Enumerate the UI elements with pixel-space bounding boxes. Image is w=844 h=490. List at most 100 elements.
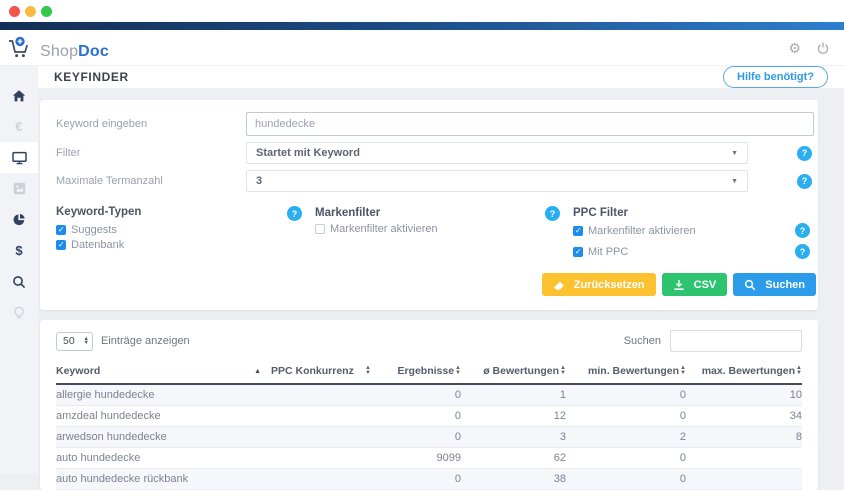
image-icon xyxy=(13,182,26,195)
min-bewertungen-cell: 0 xyxy=(566,448,686,469)
datenbank-label: Datenbank xyxy=(71,239,124,251)
monitor-icon xyxy=(12,151,27,165)
table-row: auto hundedecke rückbank 0 38 0 xyxy=(56,469,802,490)
ppc-filter-help-icon[interactable]: ? xyxy=(545,206,560,221)
marken-filter-checkbox[interactable] xyxy=(315,224,325,234)
ppc-konkurrenz-cell xyxy=(271,406,381,427)
help-button[interactable]: Hilfe benötigt? xyxy=(723,66,828,88)
mit-ppc-checkbox[interactable] xyxy=(573,247,583,257)
table-row: auto hundedecke 9099 62 0 xyxy=(56,448,802,469)
column-header-avg-bewertungen[interactable]: ø Bewertungen▲▼ xyxy=(461,361,566,384)
max-terms-select[interactable]: 3 ▼ xyxy=(246,170,748,192)
max-bewertungen-cell: 10 xyxy=(686,384,802,406)
search-button[interactable]: Suchen xyxy=(733,273,816,296)
marken-filter-title: Markenfilter xyxy=(315,207,545,219)
max-terms-label: Maximale Termanzahl xyxy=(56,175,246,187)
brand-logo[interactable]: ShopDoc xyxy=(7,36,109,60)
keyword-cell: arwedson hundedecke xyxy=(56,427,271,448)
keyword-types-title: Keyword-Typen xyxy=(56,206,287,218)
max-bewertungen-cell xyxy=(686,448,802,469)
ergebnisse-cell: 0 xyxy=(381,469,461,490)
column-header-ergebnisse[interactable]: Ergebnisse▲▼ xyxy=(381,361,461,384)
datenbank-checkbox[interactable] xyxy=(56,240,66,250)
keyword-cell: auto hundedecke xyxy=(56,448,271,469)
ppc-konkurrenz-cell xyxy=(271,427,381,448)
window-minimize-button[interactable] xyxy=(25,6,36,17)
sidebar-item-home[interactable] xyxy=(0,80,38,111)
window-zoom-button[interactable] xyxy=(41,6,52,17)
sidebar-item-analytics[interactable] xyxy=(0,204,38,235)
top-accent-bar xyxy=(0,22,844,30)
keyfinder-form-card: Keyword eingeben Filter Startet mit Keyw… xyxy=(40,100,818,310)
window-titlebar xyxy=(0,0,844,22)
sidebar: € $ xyxy=(0,66,38,474)
mit-ppc-help-icon[interactable]: ? xyxy=(795,244,810,259)
dollar-icon: $ xyxy=(15,244,22,257)
filter-help-icon[interactable]: ? xyxy=(797,146,812,161)
ppc-filter-section: ? PPC Filter Markenfilter aktivieren ? xyxy=(545,206,814,259)
avg-bewertungen-cell: 12 xyxy=(461,406,566,427)
keyword-input[interactable] xyxy=(246,112,814,136)
avg-bewertungen-cell: 3 xyxy=(461,427,566,448)
marken-filter-option-label: Markenfilter aktivieren xyxy=(330,223,438,235)
home-icon xyxy=(12,89,26,103)
ppc-marken-help-icon[interactable]: ? xyxy=(795,223,810,238)
avg-bewertungen-cell: 1 xyxy=(461,384,566,406)
window-close-button[interactable] xyxy=(9,6,20,17)
min-bewertungen-cell: 0 xyxy=(566,469,686,490)
sidebar-item-search[interactable] xyxy=(0,266,38,297)
search-icon xyxy=(744,279,756,291)
sort-both-icon: ▲▼ xyxy=(680,366,686,376)
table-row: allergie hundedecke 0 1 0 10 xyxy=(56,384,802,406)
keyword-cell: amzdeal hundedecke xyxy=(56,406,271,427)
filter-select[interactable]: Startet mit Keyword ▼ xyxy=(246,142,748,164)
entries-label: Einträge anzeigen xyxy=(101,335,190,347)
mit-ppc-label: Mit PPC xyxy=(588,246,628,258)
table-row: amzdeal hundedecke 0 12 0 34 xyxy=(56,406,802,427)
ppc-konkurrenz-cell xyxy=(271,384,381,406)
column-header-max-bewertungen[interactable]: max. Bewertungen▲▼ xyxy=(686,361,802,384)
table-search-input[interactable] xyxy=(670,330,802,352)
min-bewertungen-cell: 2 xyxy=(566,427,686,448)
sidebar-item-euro[interactable]: € xyxy=(0,111,38,142)
ergebnisse-cell: 0 xyxy=(381,384,461,406)
euro-icon: € xyxy=(15,120,22,133)
sidebar-item-media[interactable] xyxy=(0,173,38,204)
brand-name: ShopDoc xyxy=(40,44,109,60)
gear-icon[interactable]: ⚙ xyxy=(788,41,801,55)
ppc-marken-checkbox[interactable] xyxy=(573,226,583,236)
marken-filter-help-icon[interactable]: ? xyxy=(287,206,302,221)
min-bewertungen-cell: 0 xyxy=(566,384,686,406)
ppc-marken-label: Markenfilter aktivieren xyxy=(588,225,696,237)
sidebar-item-keyfinder[interactable] xyxy=(0,142,38,173)
column-header-min-bewertungen[interactable]: min. Bewertungen▲▼ xyxy=(566,361,686,384)
suggests-checkbox[interactable] xyxy=(56,225,66,235)
download-icon xyxy=(673,279,685,291)
ergebnisse-cell: 9099 xyxy=(381,448,461,469)
stepper-arrows-icon: ▲▼ xyxy=(84,337,89,346)
ppc-filter-title: PPC Filter xyxy=(573,207,814,219)
keyword-cell: auto hundedecke rückbank xyxy=(56,469,271,490)
column-header-ppc-konkurrenz[interactable]: PPC Konkurrenz▲▼ xyxy=(271,361,381,384)
column-header-keyword[interactable]: Keyword▲ xyxy=(56,361,271,384)
ppc-konkurrenz-cell xyxy=(271,469,381,490)
avg-bewertungen-cell: 38 xyxy=(461,469,566,490)
chevron-down-icon: ▼ xyxy=(731,150,738,157)
table-row: arwedson hundedecke 0 3 2 8 xyxy=(56,427,802,448)
keyword-cell: allergie hundedecke xyxy=(56,384,271,406)
avg-bewertungen-cell: 62 xyxy=(461,448,566,469)
content-area: Keyword eingeben Filter Startet mit Keyw… xyxy=(38,88,844,490)
csv-export-button[interactable]: CSV xyxy=(662,273,728,296)
max-bewertungen-cell: 34 xyxy=(686,406,802,427)
sidebar-item-ideas[interactable] xyxy=(0,297,38,328)
sidebar-item-pricing[interactable]: $ xyxy=(0,235,38,266)
max-terms-help-icon[interactable]: ? xyxy=(797,174,812,189)
ergebnisse-cell: 0 xyxy=(381,406,461,427)
reset-button[interactable]: Zurücksetzen xyxy=(542,273,656,296)
sort-both-icon: ▲▼ xyxy=(796,366,802,376)
power-icon[interactable] xyxy=(816,41,830,55)
entries-per-page-select[interactable]: 50 ▲▼ xyxy=(56,332,93,351)
sort-both-icon: ▲▼ xyxy=(365,366,371,376)
table-search-label: Suchen xyxy=(624,335,661,347)
page-title: KEYFINDER xyxy=(54,70,129,84)
